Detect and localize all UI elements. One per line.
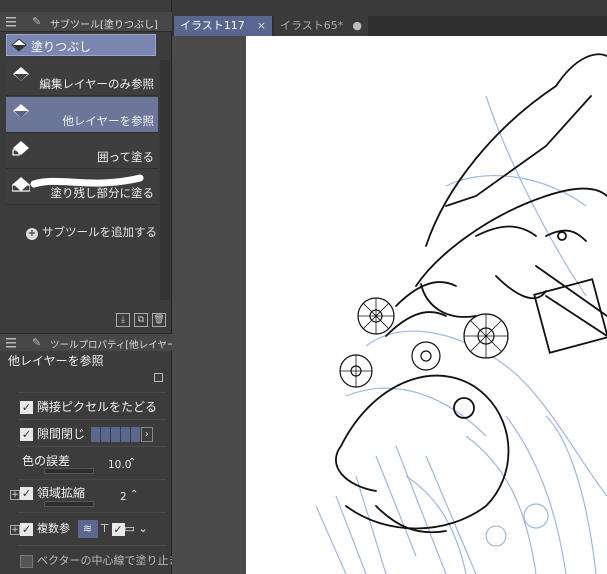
checkbox-unchecked-icon[interactable] — [20, 554, 33, 568]
trash-icon[interactable]: 🗑 — [152, 313, 166, 327]
subtool-item-label: 塗り残し部分に塗る — [50, 186, 155, 200]
reference-layer-icon[interactable]: ⊤ — [98, 522, 112, 535]
checkbox-checked-icon[interactable]: ✓ — [20, 428, 33, 441]
subtool-item-other-layer[interactable]: 他レイヤーを参照 — [6, 97, 158, 133]
document-tabbar: イラスト117 × イラスト65* ● — [172, 16, 607, 36]
checkbox-checked-icon[interactable]: ✓ — [111, 522, 125, 536]
main-subtool-button[interactable]: 塗りつぶし — [6, 34, 156, 56]
gap-segment[interactable] — [130, 427, 140, 442]
multi-refer-row[interactable]: ✓ 複数参 ≋ ⊤ ✓ ▭ ⌄ — [20, 520, 148, 538]
vector-center-row[interactable]: ベクターの中心線で塗り止まる — [20, 552, 191, 568]
artwork-illustration — [315, 53, 607, 574]
chevron-down-icon[interactable]: ⌄ — [139, 522, 148, 535]
close-gap-row[interactable]: ✓ 隙間閉じ › — [20, 425, 153, 442]
fill-bucket-icon — [13, 104, 29, 118]
color-margin-label: 色の誤差 — [22, 454, 71, 468]
divider — [18, 419, 166, 420]
gap-segment[interactable] — [120, 427, 130, 442]
subtool-item-enclose[interactable]: 囲って塗る — [6, 134, 158, 169]
panel-menu-icon[interactable] — [4, 15, 20, 29]
divider — [18, 512, 166, 513]
subtool-panel-header: ✎ サブツール[塗りつぶし] — [0, 12, 172, 32]
subtool-item-label: 他レイヤーを参照 — [62, 114, 154, 128]
plus-icon: + — [26, 228, 38, 240]
vector-center-label: ベクターの中心線で塗り止まる — [37, 554, 191, 567]
expand-icon[interactable]: + — [10, 490, 20, 500]
expand-icon[interactable]: + — [10, 525, 20, 535]
close-icon[interactable]: × — [257, 16, 266, 36]
checkbox-checked-icon[interactable]: ✓ — [20, 401, 33, 414]
checkbox-checked-icon[interactable]: ✓ — [20, 487, 33, 500]
subtool-bottom-icons: ⤓ ⧉ 🗑 — [116, 312, 170, 327]
tab-illust-117[interactable]: イラスト117 × — [174, 16, 272, 36]
divider — [18, 392, 166, 393]
add-subtool-label: サブツールを追加する — [42, 225, 157, 239]
tab-label: イラスト117 — [180, 19, 245, 32]
divider — [18, 479, 166, 480]
spinner-icon[interactable]: ⌃ — [130, 489, 138, 500]
divider — [18, 545, 166, 546]
canvas-paper[interactable] — [246, 36, 607, 574]
property-subtool-name: 他レイヤーを参照 — [8, 354, 104, 368]
subtool-item-label: 囲って塗る — [97, 150, 154, 164]
main-subtool-label: 塗りつぶし — [31, 40, 92, 54]
enclose-fill-icon — [12, 141, 29, 156]
tool-property-header: ✎ ツールプロパティ[他レイヤーを参 — [0, 333, 195, 351]
area-scaling-slider[interactable] — [44, 501, 94, 507]
area-scaling-row[interactable]: ✓ 領域拡縮 — [20, 484, 85, 501]
brush-tab-icon: ✎ — [32, 15, 42, 28]
color-margin-slider[interactable] — [44, 468, 94, 474]
fill-bucket-icon — [11, 38, 27, 52]
fill-bucket-icon — [13, 67, 29, 81]
add-subtool-button[interactable]: + サブツールを追加する — [26, 224, 157, 240]
duplicate-icon[interactable]: ⧉ — [134, 313, 148, 327]
area-scaling-value[interactable]: 2 — [120, 491, 127, 503]
gap-segment[interactable] — [90, 427, 100, 442]
close-gap-label: 隙間閉じ — [37, 427, 86, 441]
area-scaling-label: 領域拡縮 — [37, 486, 86, 500]
chevron-right-icon[interactable]: › — [140, 427, 153, 442]
subtool-panel-title: サブツール[塗りつぶし] — [50, 20, 158, 31]
subtool-scrollbar[interactable] — [160, 60, 170, 300]
subtool-item-edit-layer[interactable]: 編集レイヤーのみ参照 — [6, 60, 158, 96]
lock-icon[interactable] — [154, 373, 163, 382]
tab-label: イラスト65* — [280, 19, 344, 32]
follow-adjacent-label: 隣接ピクセルをたどる — [37, 400, 158, 414]
tab-illust-65[interactable]: イラスト65* ● — [274, 16, 368, 36]
paint-unfilled-icon — [12, 177, 30, 192]
gap-segment[interactable] — [100, 427, 110, 442]
divider — [18, 446, 166, 447]
layers-icon[interactable]: ≋ — [77, 520, 98, 538]
gap-segment[interactable] — [110, 427, 120, 442]
folder-icon[interactable]: ▭ — [125, 522, 139, 535]
panel-menu-icon[interactable] — [4, 336, 20, 350]
subtool-item-label: 編集レイヤーのみ参照 — [39, 77, 154, 91]
multi-refer-label: 複数参 — [37, 522, 70, 535]
follow-adjacent-row[interactable]: ✓ 隣接ピクセルをたどる — [20, 398, 157, 415]
subtool-item-paint-unfilled[interactable]: 塗り残し部分に塗る — [6, 170, 158, 205]
download-icon[interactable]: ⤓ — [116, 313, 130, 327]
checkbox-checked-icon[interactable]: ✓ — [20, 522, 33, 536]
unsaved-dot-icon: ● — [352, 19, 362, 32]
wrench-tab-icon: ✎ — [32, 336, 42, 349]
left-panel: ✎ サブツール[塗りつぶし] 塗りつぶし 編集レイヤーのみ参照 他レイヤーを参照… — [0, 0, 195, 574]
spinner-icon[interactable]: ⌃ — [128, 457, 136, 468]
